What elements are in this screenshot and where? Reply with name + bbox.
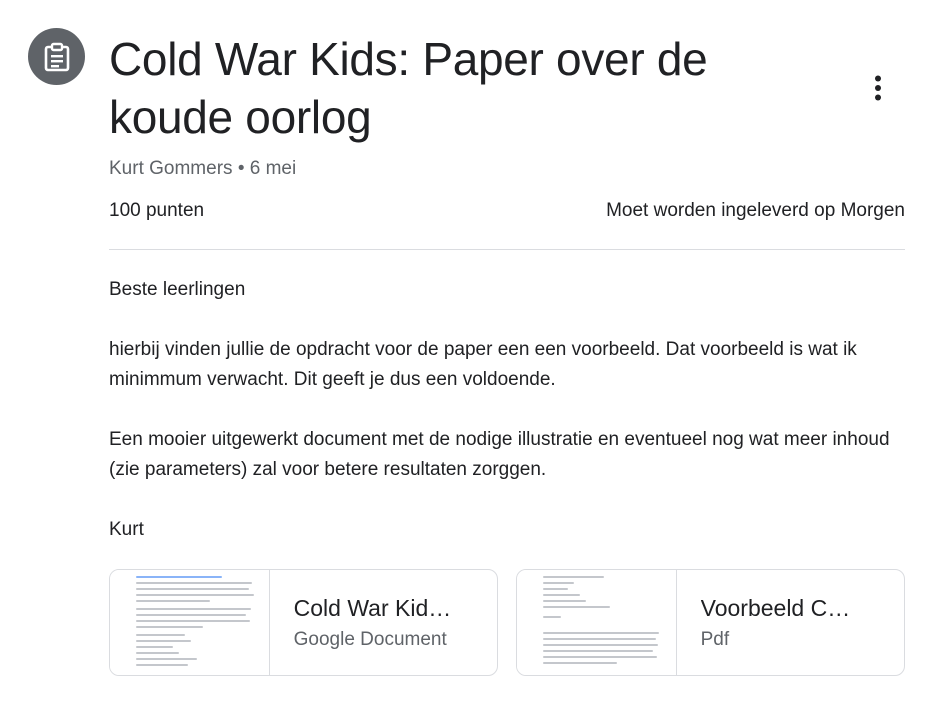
description-paragraph: Een mooier uitgewerkt document met de no… [109,429,890,480]
attachment-type: Google Document [293,629,447,650]
divider [109,249,905,250]
post-date: 6 mei [249,158,297,179]
pdf-thumbnail [517,570,677,675]
assignment-icon [28,28,85,85]
attachment-card-pdf[interactable]: Voorbeeld C… Pdf [516,569,905,676]
description-greeting: Beste leerlingen [109,279,246,300]
document-thumbnail [110,570,270,675]
assignment-meta: Kurt Gommers • 6 mei [109,157,296,181]
description-signature: Kurt [109,519,144,540]
attachment-type: Pdf [700,629,730,650]
author-name: Kurt Gommers [109,158,233,179]
description-paragraph: hierbij vinden jullie de opdracht voor d… [109,339,857,390]
assignment-description: Beste leerlingen hierbij vinden jullie d… [109,275,909,575]
attachment-card-google-doc[interactable]: Cold War Kid… Google Document [109,569,498,676]
points-label: 100 punten [109,200,205,221]
more-options-button[interactable] [862,70,894,106]
assignment-title: Cold War Kids: Paper over de koude oorlo… [109,33,708,143]
attachment-title: Cold War Kid… [293,595,452,621]
meta-separator: • [237,158,245,179]
more-vert-icon [875,75,881,101]
attachment-title: Voorbeeld C… [700,595,851,621]
due-date-label: Moet worden ingeleverd op Morgen [606,200,905,221]
